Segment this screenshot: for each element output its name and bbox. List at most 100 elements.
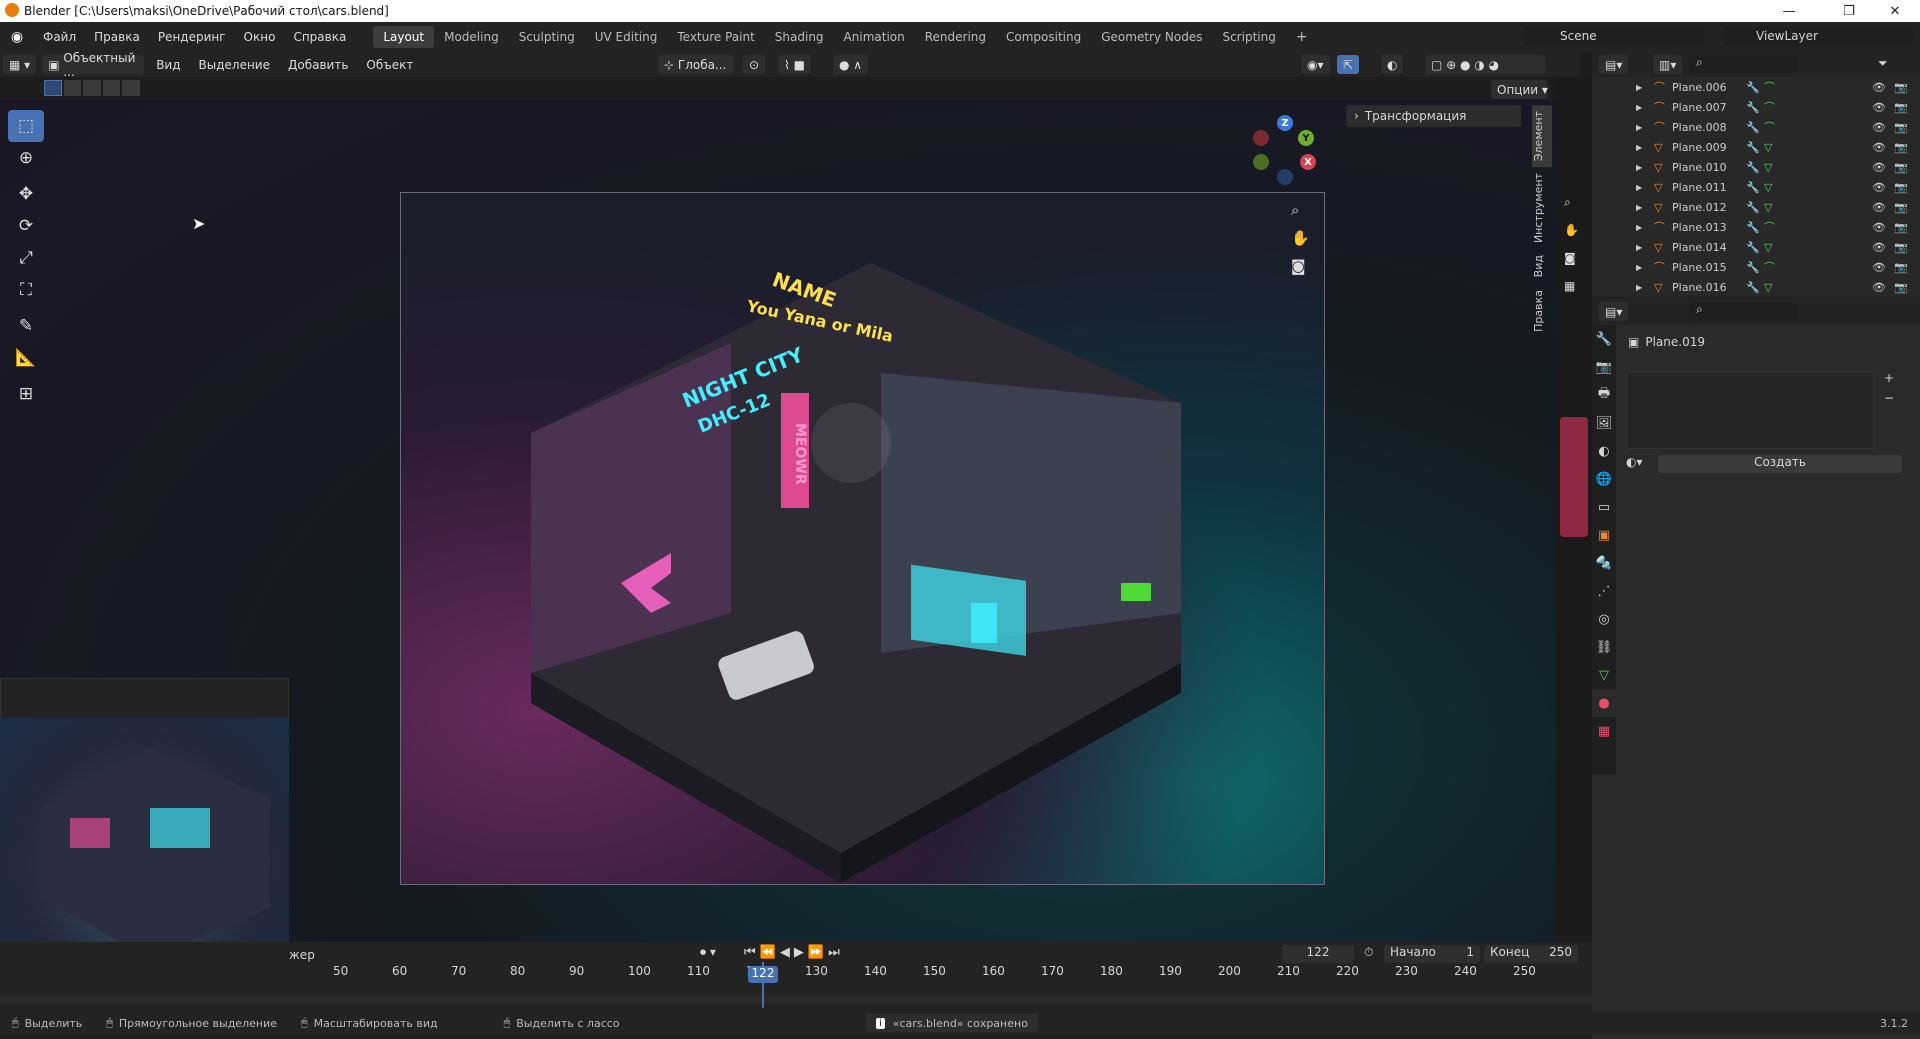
playback-controls[interactable]: ⏮⏪◀▶⏩⏭: [744, 945, 844, 960]
outliner-row[interactable]: ▶ ▽ Plane.012 🔧 ▽ 👁 📷: [1592, 197, 1920, 217]
tab-texture-paint[interactable]: Texture Paint: [667, 26, 764, 48]
collection-tab-icon[interactable]: ▭: [1592, 493, 1616, 521]
menu-edit[interactable]: Правка: [85, 30, 149, 44]
modifier-icon[interactable]: 🔧: [1746, 81, 1760, 94]
material-browse-icon[interactable]: ◐▾: [1626, 455, 1656, 473]
tab-shading[interactable]: Shading: [765, 26, 834, 48]
visibility-eye-icon[interactable]: 👁: [1872, 141, 1886, 154]
modifier-icon[interactable]: 🔧: [1746, 261, 1760, 274]
modifier-icon[interactable]: 🔧: [1746, 281, 1760, 294]
particles-tab-icon[interactable]: ⋰: [1592, 577, 1616, 605]
visibility-eye-icon[interactable]: 👁: [1872, 181, 1886, 194]
data-icon[interactable]: ▽: [1764, 201, 1772, 214]
create-material-button[interactable]: Создать: [1658, 455, 1902, 473]
expand-arrow-icon[interactable]: ▶: [1636, 123, 1642, 132]
modifier-icon[interactable]: 🔧: [1746, 241, 1760, 254]
menu-view[interactable]: Вид: [147, 58, 189, 72]
transform-icon[interactable]: ⛶: [8, 274, 44, 306]
render-camera-icon[interactable]: 📷: [1894, 141, 1908, 154]
outliner-row[interactable]: ▶ ⌒ Plane.007 🔧 ⌒ 👁 📷: [1592, 97, 1920, 117]
strip-camera-icon[interactable]: ◙: [1564, 251, 1576, 265]
material-tab-icon[interactable]: ●: [1592, 689, 1616, 717]
move-icon[interactable]: ✥: [8, 178, 44, 210]
display-mode-icon[interactable]: ▥▾: [1653, 55, 1683, 74]
gizmo-z-icon[interactable]: Z: [1277, 115, 1293, 131]
npanel-transform-header[interactable]: › Трансформация: [1346, 105, 1521, 127]
render-camera-icon[interactable]: 📷: [1894, 221, 1908, 234]
expand-arrow-icon[interactable]: ▶: [1636, 243, 1642, 252]
gizmo-neg-y-icon[interactable]: [1253, 154, 1269, 170]
expand-arrow-icon[interactable]: ▶: [1636, 263, 1642, 272]
scale-icon[interactable]: ⤢: [8, 242, 44, 274]
auto-key-icon[interactable]: ⏺ ▾: [700, 945, 730, 963]
outliner-row[interactable]: ▶ ⌒ Plane.006 🔧 ⌒ 👁 📷: [1592, 77, 1920, 97]
strip-grid-icon[interactable]: ▦: [1564, 279, 1575, 293]
properties-search-input[interactable]: ⌕: [1688, 302, 1798, 321]
outliner-row[interactable]: ▶ ⌒ Plane.015 🔧 ⌒ 👁 📷: [1592, 257, 1920, 277]
tab-animation[interactable]: Animation: [834, 26, 915, 48]
snap-icon[interactable]: ⌇ ■: [778, 55, 812, 74]
render-camera-icon[interactable]: 📷: [1894, 121, 1908, 134]
tool-tab-icon[interactable]: 🔧: [1592, 325, 1616, 353]
expand-arrow-icon[interactable]: ▶: [1636, 163, 1642, 172]
data-icon[interactable]: ▽: [1764, 281, 1772, 294]
data-icon[interactable]: ▽: [1764, 241, 1772, 254]
constraints-tab-icon[interactable]: ⛓: [1592, 633, 1616, 661]
end-frame-field[interactable]: Конец 250: [1484, 945, 1578, 963]
add-cube-icon[interactable]: ⊞: [8, 378, 44, 410]
gizmo-toggle-icon[interactable]: ⇱: [1337, 55, 1360, 74]
texture-tab-icon[interactable]: ▦: [1592, 717, 1616, 745]
select-subtract-icon[interactable]: [83, 80, 101, 96]
proportional-edit-icon[interactable]: ● ∧: [833, 55, 869, 74]
tab-edit[interactable]: Правка: [1532, 284, 1552, 338]
rotate-icon[interactable]: ⟳: [8, 210, 44, 242]
select-intersect-icon[interactable]: [122, 80, 141, 96]
timeline-scrollbar[interactable]: [0, 995, 1592, 1003]
visibility-eye-icon[interactable]: 👁: [1872, 221, 1886, 234]
overlays-icon[interactable]: ◐: [1381, 55, 1404, 74]
expand-arrow-icon[interactable]: ▶: [1636, 223, 1642, 232]
modifier-icon[interactable]: 🔧: [1746, 121, 1760, 134]
gizmo-y-icon[interactable]: Y: [1298, 130, 1314, 146]
close-button[interactable]: ✕: [1872, 0, 1918, 22]
select-invert-icon[interactable]: [102, 80, 121, 96]
outliner-row[interactable]: ▶ ▽ Plane.016 🔧 ▽ 👁 📷: [1592, 277, 1920, 297]
strip-zoom-icon[interactable]: ⌕: [1564, 195, 1571, 210]
outliner-row[interactable]: ▶ ▽ Plane.010 🔧 ▽ 👁 📷: [1592, 157, 1920, 177]
world-tab-icon[interactable]: 🌐: [1592, 465, 1616, 493]
outliner-row[interactable]: ▶ ▽ Plane.011 🔧 ▽ 👁 📷: [1592, 177, 1920, 197]
menu-add[interactable]: Добавить: [279, 58, 357, 72]
expand-arrow-icon[interactable]: ▶: [1636, 283, 1642, 292]
menu-select[interactable]: Выделение: [190, 58, 279, 72]
filter-icon[interactable]: ⏷: [1878, 56, 1888, 71]
menu-help[interactable]: Справка: [284, 30, 355, 44]
tab-scripting[interactable]: Scripting: [1212, 26, 1285, 48]
modifier-icon[interactable]: 🔧: [1746, 141, 1760, 154]
select-new-icon[interactable]: [44, 80, 62, 96]
data-icon[interactable]: ⌒: [1764, 119, 1775, 135]
visibility-eye-icon[interactable]: 👁: [1872, 201, 1886, 214]
camera-view-icon[interactable]: ◙: [1291, 257, 1306, 275]
render-camera-icon[interactable]: 📷: [1894, 161, 1908, 174]
gizmo-x-icon[interactable]: X: [1300, 154, 1316, 170]
select-box-icon[interactable]: ⬚: [8, 110, 44, 142]
tab-item[interactable]: Элемент: [1532, 105, 1552, 168]
modifier-icon[interactable]: 🔧: [1746, 101, 1760, 114]
viewlayer-selector[interactable]: ViewLayer: [1724, 26, 1914, 46]
view-layer-tab-icon[interactable]: 🖼: [1592, 409, 1616, 437]
visibility-eye-icon[interactable]: 👁: [1872, 121, 1886, 134]
outliner-row[interactable]: ▶ ⌒ Plane.013 🔧 ⌒ 👁 📷: [1592, 217, 1920, 237]
visibility-icon[interactable]: ◉▾: [1301, 55, 1330, 74]
expand-arrow-icon[interactable]: ▶: [1636, 203, 1642, 212]
modifier-icon[interactable]: 🔧: [1746, 161, 1760, 174]
render-camera-icon[interactable]: 📷: [1894, 261, 1908, 274]
object-tab-icon[interactable]: ▣: [1592, 521, 1616, 549]
options-dropdown[interactable]: Опции ▾: [1491, 80, 1548, 99]
visibility-eye-icon[interactable]: 👁: [1872, 261, 1886, 274]
data-icon[interactable]: ▽: [1764, 161, 1772, 174]
secondary-viewport-strip[interactable]: ⌕ ✋ ◙ ▦: [1556, 77, 1592, 936]
tab-uv-editing[interactable]: UV Editing: [585, 26, 668, 48]
render-camera-icon[interactable]: 📷: [1894, 81, 1908, 94]
outliner-editor-icon[interactable]: ▤▾: [1599, 55, 1629, 74]
outliner-row[interactable]: ▶ ▽ Plane.014 🔧 ▽ 👁 📷: [1592, 237, 1920, 257]
